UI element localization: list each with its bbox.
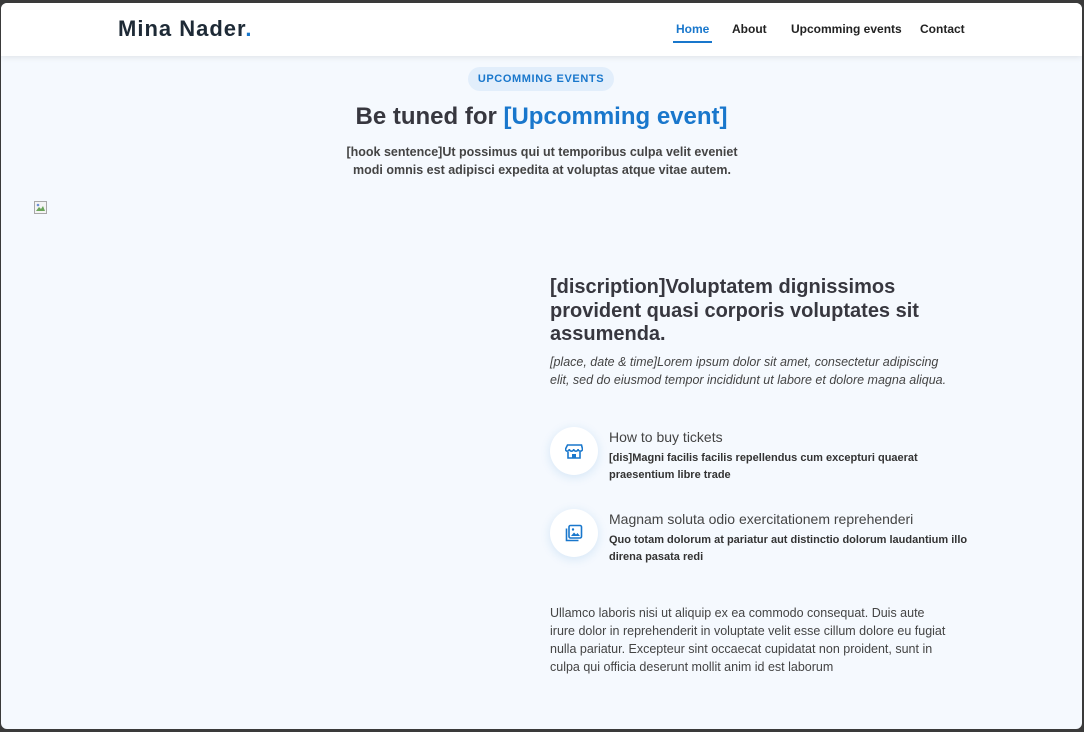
feature-icon-circle (550, 427, 598, 475)
nav-link-home[interactable]: Home (673, 22, 713, 43)
section-title: Be tuned for [Upcomming event] (1, 103, 1082, 131)
event-place-date-time: [place, date & time]Lorem ipsum dolor si… (550, 355, 947, 387)
feature-text: [dis]Magni facilis facilis repellendus c… (609, 452, 918, 481)
feature-item: Magnam soluta odio exercitationem repreh… (550, 509, 970, 569)
feature-title: How to buy tickets (609, 429, 723, 445)
feature-title: Magnam soluta odio exercitationem repreh… (609, 511, 914, 527)
hook-sentence: [hook sentence]Ut possimus qui ut tempor… (346, 145, 738, 177)
images-icon (565, 524, 583, 542)
site-logo[interactable]: Mina Nader. (118, 16, 253, 42)
site-header: Mina Nader. Home About Upcomming events … (1, 3, 1082, 56)
section-title-highlight: [Upcomming event] (503, 103, 728, 130)
section-title-plain: Be tuned for (355, 103, 504, 130)
event-description: [discription]Voluptatem dignissimos prov… (550, 276, 919, 345)
feature-icon-circle (550, 509, 598, 557)
nav-link-about[interactable]: About (732, 22, 767, 41)
broken-image-icon (34, 201, 47, 214)
logo-dot: . (245, 16, 253, 41)
nav-link-upcomming-events[interactable]: Upcomming events (791, 22, 902, 41)
browser-viewport: Mina Nader. Home About Upcomming events … (1, 3, 1082, 729)
feature-text: Quo totam dolorum at pariatur aut distin… (609, 534, 968, 563)
section-badge: Upcomming Events (468, 67, 614, 91)
nav-link-contact[interactable]: Contact (920, 22, 965, 41)
closing-paragraph: Ullamco laboris nisi ut aliquip ex ea co… (550, 606, 946, 674)
logo-text: Mina Nader (118, 16, 246, 41)
feature-item: How to buy tickets [dis]Magni facilis fa… (550, 427, 970, 487)
store-icon (565, 444, 583, 459)
